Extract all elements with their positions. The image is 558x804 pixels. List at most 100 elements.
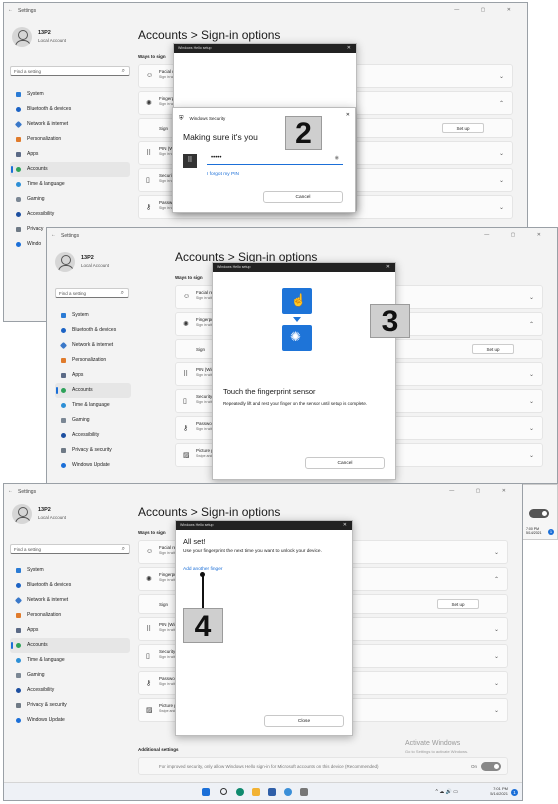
pin-value: ••••• xyxy=(211,155,222,161)
close-icon[interactable]: ✕ xyxy=(343,522,347,528)
sidebar-item-network[interactable]: Network & internet xyxy=(10,117,130,132)
sidebar-item-network[interactable]: Network & internet xyxy=(55,338,131,353)
window-title: Settings xyxy=(18,8,37,14)
sidebar-item-system[interactable]: System xyxy=(10,563,130,578)
clock[interactable]: 7:01 PM 5/14/2021 xyxy=(490,786,508,796)
close-icon[interactable]: ✕ xyxy=(347,45,351,51)
row-label: Sign xyxy=(159,602,169,607)
close-icon[interactable]: ✕ xyxy=(386,264,390,270)
tray-icons[interactable]: ^ ☁ 🔊 ▭ xyxy=(436,789,458,795)
sidebar-item-accounts[interactable]: Accounts xyxy=(10,162,130,177)
sidebar-item-bluetooth[interactable]: Bluetooth & devices xyxy=(10,102,130,117)
back-button[interactable]: ← xyxy=(8,488,13,494)
setup-button[interactable]: Set up xyxy=(472,344,514,354)
accounts-icon xyxy=(16,167,21,172)
toggle-switch[interactable] xyxy=(481,762,501,771)
file-explorer-icon[interactable] xyxy=(252,788,260,796)
system-icon xyxy=(16,568,21,573)
sidebar-item-label: Personalization xyxy=(27,612,62,618)
close-button[interactable]: Close xyxy=(264,715,344,727)
sidebar-item-accounts[interactable]: Accounts xyxy=(55,383,131,398)
title-bar: ← Settings — ▢ ✕ xyxy=(4,484,522,500)
fingerprint-glyph: ✺ xyxy=(290,329,301,344)
sidebar-item-gaming[interactable]: Gaming xyxy=(10,192,130,207)
sidebar-item-label: Bluetooth & devices xyxy=(27,106,72,112)
store-icon[interactable] xyxy=(268,788,276,796)
search-placeholder: Find a setting xyxy=(14,69,42,74)
dialog-titlebar: Windows Hello setup ✕ xyxy=(176,521,352,530)
security-key-icon: ▯ xyxy=(146,177,150,184)
sidebar-item-accounts[interactable]: Accounts xyxy=(10,638,130,653)
update-icon xyxy=(16,718,21,723)
sidebar-item-update[interactable]: Windows Update xyxy=(55,458,131,473)
sidebar-item-time-language[interactable]: Time & language xyxy=(10,653,130,668)
window-controls[interactable]: — ▢ ✕ xyxy=(484,232,551,238)
face-icon: ☺ xyxy=(183,293,191,300)
close-icon[interactable]: ✕ xyxy=(346,112,350,118)
sidebar-item-bluetooth[interactable]: Bluetooth & devices xyxy=(10,578,130,593)
sidebar-item-apps[interactable]: Apps xyxy=(10,623,130,638)
search-input[interactable]: Find a setting ⌕ xyxy=(55,288,129,298)
sidebar-item-label: Network & internet xyxy=(27,121,69,127)
security-header: ⛨ Windows Security xyxy=(179,116,225,123)
sidebar-item-network[interactable]: Network & internet xyxy=(10,593,130,608)
accessibility-icon xyxy=(16,688,21,693)
search-input[interactable]: Find a setting ⌕ xyxy=(10,544,130,554)
chevron-up-icon: ⌃ xyxy=(498,101,504,107)
sidebar-item-personalization[interactable]: Personalization xyxy=(55,353,131,368)
activate-watermark-sub: Go to Settings to activate Windows. xyxy=(405,749,469,754)
setup-button[interactable]: Set up xyxy=(442,123,484,133)
search-icon: ⌕ xyxy=(120,290,124,296)
hello-icon[interactable] xyxy=(284,788,292,796)
forgot-pin-link[interactable]: I forgot my PIN xyxy=(207,172,239,177)
sidebar-item-label: Privacy & security xyxy=(72,447,112,453)
sidebar-item-label: System xyxy=(27,91,44,97)
back-button[interactable]: ← xyxy=(8,7,13,13)
sidebar-item-system[interactable]: System xyxy=(55,308,131,323)
search-icon[interactable] xyxy=(220,788,227,795)
sidebar-item-privacy[interactable]: Privacy & security xyxy=(10,698,130,713)
sidebar-item-personalization[interactable]: Personalization xyxy=(10,608,130,623)
row-hello-only: For improved security, only allow Window… xyxy=(138,757,508,775)
sidebar-item-privacy[interactable]: Privacy & security xyxy=(55,443,131,458)
sidebar-item-time-language[interactable]: Time & language xyxy=(55,398,131,413)
sidebar-item-label: Accessibility xyxy=(27,687,55,693)
sidebar-item-accessibility[interactable]: Accessibility xyxy=(55,428,131,443)
key-icon: ⚷ xyxy=(183,425,189,432)
sidebar-item-apps[interactable]: Apps xyxy=(55,368,131,383)
sidebar-item-apps[interactable]: Apps xyxy=(10,147,130,162)
chevron-up-icon: ⌃ xyxy=(493,577,499,583)
dialog-title: Windows Hello setup xyxy=(178,46,212,50)
sidebar-item-accessibility[interactable]: Accessibility xyxy=(10,683,130,698)
sidebar-item-label: System xyxy=(27,567,44,573)
sidebar-item-gaming[interactable]: Gaming xyxy=(10,668,130,683)
reveal-eye-icon[interactable]: ◉ xyxy=(335,155,339,161)
sidebar-item-time-language[interactable]: Time & language xyxy=(10,177,130,192)
sidebar-item-system[interactable]: System xyxy=(10,87,130,102)
window-controls[interactable]: — ▢ ✕ xyxy=(449,488,516,494)
chevron-down-icon: ⌄ xyxy=(528,426,534,432)
key-icon: ⚷ xyxy=(146,204,152,211)
toggle-switch[interactable] xyxy=(529,509,549,518)
sidebar-item-gaming[interactable]: Gaming xyxy=(55,413,131,428)
edge-icon[interactable] xyxy=(236,788,244,796)
settings-gear-icon[interactable] xyxy=(300,788,308,796)
cancel-button[interactable]: Cancel xyxy=(263,191,343,203)
back-button[interactable]: ← xyxy=(51,232,56,238)
sidebar-item-personalization[interactable]: Personalization xyxy=(10,132,130,147)
sidebar-item-update[interactable]: Windows Update xyxy=(10,713,130,728)
notification-badge[interactable]: 1 xyxy=(548,529,554,535)
search-input[interactable]: Find a setting ⌕ xyxy=(10,66,130,76)
sidebar-item-label: Apps xyxy=(27,627,39,633)
sidebar-item-bluetooth[interactable]: Bluetooth & devices xyxy=(55,323,131,338)
window-controls[interactable]: — ▢ ✕ xyxy=(454,7,521,13)
sidebar-item-label: Network & internet xyxy=(27,597,69,603)
setup-button[interactable]: Set up xyxy=(437,599,479,609)
window-title: Settings xyxy=(61,233,80,239)
sidebar-item-label: Gaming xyxy=(72,417,90,423)
pin-input[interactable]: ••••• ◉ xyxy=(207,155,343,165)
notification-badge[interactable]: 1 xyxy=(511,789,518,796)
cancel-button[interactable]: Cancel xyxy=(305,457,385,469)
sidebar-item-accessibility[interactable]: Accessibility xyxy=(10,207,130,222)
start-icon[interactable] xyxy=(202,788,210,796)
